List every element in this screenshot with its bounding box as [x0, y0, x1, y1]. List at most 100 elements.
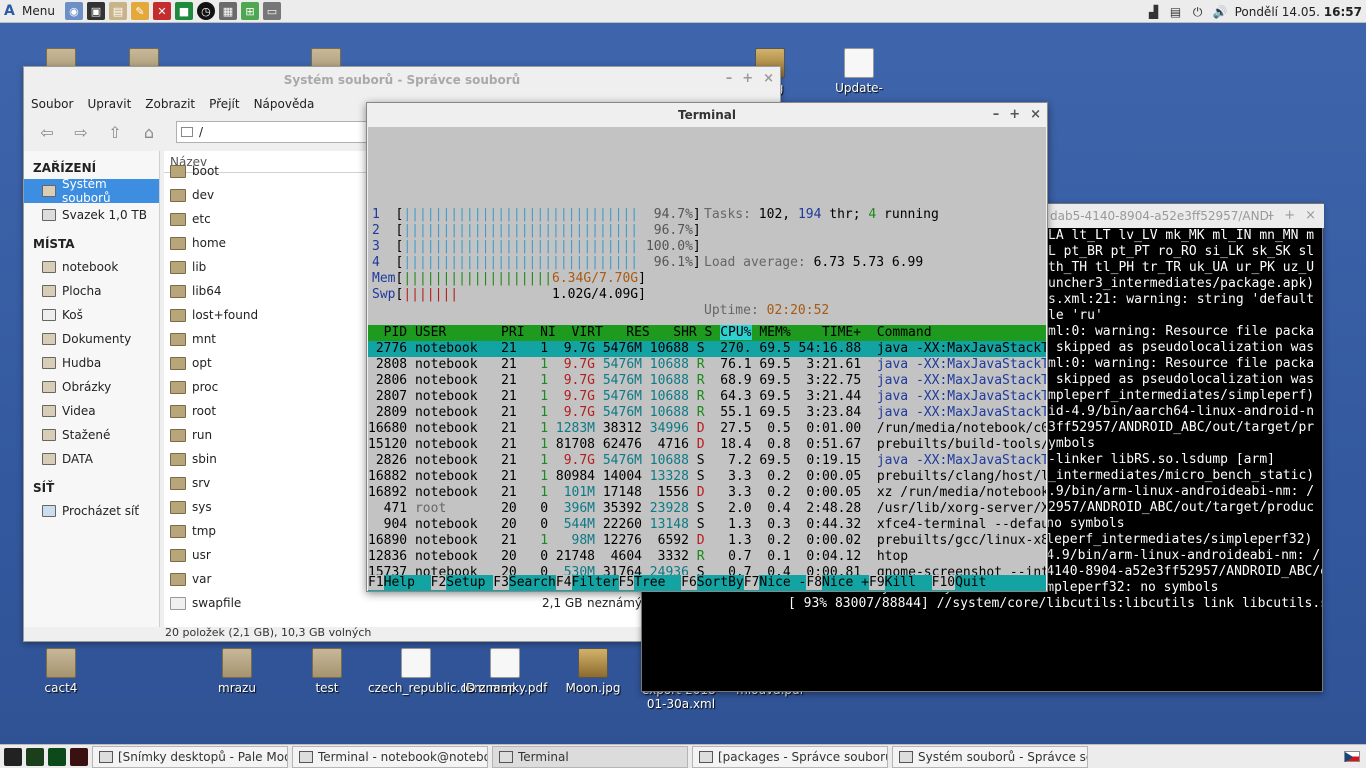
sidebar-item-plocha[interactable]: Plocha	[24, 279, 159, 303]
function-key-f8[interactable]: F8Nice +	[806, 575, 869, 590]
sidebar-item-dokumenty[interactable]: Dokumenty	[24, 327, 159, 351]
close-icon[interactable]: ×	[1030, 107, 1041, 122]
app-icon[interactable]: ▭	[262, 2, 281, 20]
process-row[interactable]: 12836 notebook 20 0 21748 4604 3332 R 0.…	[368, 549, 1046, 565]
sidebar-item-volume[interactable]: Svazek 1,0 TB	[24, 203, 159, 227]
function-key-f5[interactable]: F5Tree	[618, 575, 682, 590]
volume-icon[interactable]: 🔊	[1213, 5, 1228, 19]
desktop-folder[interactable]: test	[279, 648, 375, 695]
function-key-f4[interactable]: F4Filter	[555, 575, 619, 590]
desktop-file[interactable]: Update-	[811, 48, 907, 95]
maximize-icon[interactable]: +	[742, 71, 753, 86]
mem-percent: 69.5	[751, 357, 791, 372]
process-row[interactable]: 2807 notebook 21 1 9.7G 5476M 10688 R 64…	[368, 389, 1046, 405]
function-key-f1[interactable]: F1Help	[368, 575, 431, 590]
calculator-icon[interactable]: ▦	[218, 2, 237, 20]
minimize-icon[interactable]: –	[1268, 208, 1275, 223]
function-key-f2[interactable]: F2Setup	[430, 575, 494, 590]
close-icon[interactable]: ×	[1305, 208, 1316, 223]
applications-menu-button[interactable]: A Menu	[0, 0, 63, 23]
function-key-f9[interactable]: F9Kill	[869, 575, 932, 590]
clock-icon[interactable]: ◷	[196, 2, 215, 20]
task-packages-file-manager[interactable]: [packages - Správce souborů]	[692, 745, 888, 768]
window-titlebar[interactable]: dab5-4140-8904-a52e3ff52957/ANDI – + ×	[1048, 204, 1324, 228]
app-launcher-icon[interactable]	[70, 747, 88, 766]
terminal-icon[interactable]: ▣	[86, 2, 105, 20]
function-key-f6[interactable]: F6SortBy	[681, 575, 744, 590]
forward-icon[interactable]: ⇨	[68, 119, 94, 145]
clipboard-icon[interactable]: ▤	[1169, 5, 1183, 19]
task-pale-moon[interactable]: [Snímky desktopů - Pale Moon]	[92, 745, 288, 768]
desktop-folder[interactable]: mrazu	[189, 648, 285, 695]
process-row[interactable]: 15120 notebook 21 1 81708 62476 4716 D 1…	[368, 437, 1046, 453]
back-icon[interactable]: ⇦	[34, 119, 60, 145]
desktop-file[interactable]: Moon.jpg	[545, 648, 641, 695]
menu-zobrazit[interactable]: Zobrazit	[145, 97, 195, 111]
sidebar-item-label: Stažené	[62, 428, 111, 442]
desktop-folder[interactable]: cact4	[13, 648, 109, 695]
sidebar-item-kos[interactable]: Koš	[24, 303, 159, 327]
command: java -XX:MaxJavaStackT	[861, 453, 1046, 468]
maximize-icon[interactable]: +	[1009, 107, 1020, 122]
sidebar-item-videa[interactable]: Videa	[24, 399, 159, 423]
tasks-label: Tasks:	[704, 207, 751, 222]
task-terminal[interactable]: Terminal	[492, 745, 688, 768]
sidebar-item-stazene[interactable]: Stažené	[24, 423, 159, 447]
process-row[interactable]: 2809 notebook 21 1 9.7G 5476M 10688 R 55…	[368, 405, 1046, 421]
home-icon[interactable]: ⌂	[136, 119, 162, 145]
process-row[interactable]: 2826 notebook 21 1 9.7G 5476M 10688 S 7.…	[368, 453, 1046, 469]
terminal-launcher-icon[interactable]	[26, 747, 44, 766]
function-key-f3[interactable]: F3Search	[493, 575, 556, 590]
green-app-icon[interactable]: ■	[174, 2, 193, 20]
window-titlebar[interactable]: Systém souborů - Správce souborů – + ×	[24, 67, 780, 93]
network-signal-icon[interactable]: ▟	[1147, 5, 1161, 19]
function-key-f7[interactable]: F7Nice -	[743, 575, 806, 590]
clock[interactable]: Pondělí 14.05. 16:57	[1235, 5, 1362, 19]
maximize-icon[interactable]: +	[1284, 208, 1295, 223]
window-titlebar[interactable]: Terminal – + ×	[367, 103, 1047, 127]
cpu-percent: 1.3	[704, 533, 752, 548]
task-terminal-notebook[interactable]: Terminal - notebook@notebo...	[292, 745, 488, 768]
sidebar-item-hudba[interactable]: Hudba	[24, 351, 159, 375]
browser-icon[interactable]: ◉	[64, 2, 83, 20]
process-row[interactable]: 904 notebook 20 0 544M 22260 13148 S 1.3…	[368, 517, 1046, 533]
process-row[interactable]: 471 root 20 0 396M 35392 23928 S 2.0 0.4…	[368, 501, 1046, 517]
keyboard-layout-flag-icon[interactable]	[1344, 751, 1360, 762]
minimize-icon[interactable]: –	[726, 71, 733, 86]
monitor-icon[interactable]: ⊞	[240, 2, 259, 20]
htop-screen[interactable]: 1 [|||||||||||||||||||||||||||||| 94.7%]…	[368, 127, 1046, 591]
minimize-icon[interactable]: –	[993, 107, 1000, 122]
menu-soubor[interactable]: Soubor	[31, 97, 73, 111]
task-filesystem-file-manager[interactable]: Systém souborů - Správce so...	[892, 745, 1088, 768]
function-key-f10[interactable]: F10Quit	[931, 575, 1002, 590]
close-icon[interactable]: ×	[763, 71, 774, 86]
sidebar-item-filesystem[interactable]: Systém souborů	[24, 177, 159, 205]
process-row[interactable]: 16680 notebook 21 1 1283M 38312 34996 D …	[368, 421, 1046, 437]
desktop-icon-label: Update-	[835, 81, 883, 95]
desktop-file[interactable]: ID znamky.pdf	[457, 648, 553, 695]
priority: 21	[485, 373, 517, 388]
command: xz /run/media/notebook	[861, 485, 1046, 500]
location-field[interactable]: /	[176, 121, 376, 143]
sidebar-item-browse-network[interactable]: Procházet síť	[24, 499, 159, 523]
files-icon[interactable]: ▤	[108, 2, 127, 20]
up-icon[interactable]: ⇧	[102, 119, 128, 145]
pdf-icon[interactable]: ✕	[152, 2, 171, 20]
sidebar-item-obrazky[interactable]: Obrázky	[24, 375, 159, 399]
editor-icon[interactable]: ✎	[130, 2, 149, 20]
process-row[interactable]: 16892 notebook 21 1 101M 17148 1556 D 3.…	[368, 485, 1046, 501]
desktop-file[interactable]: czech_republic.osm.map	[368, 648, 516, 695]
process-row[interactable]: 16882 notebook 21 1 80984 14004 13328 S …	[368, 469, 1046, 485]
monitor-launcher-icon[interactable]	[48, 747, 66, 766]
process-row[interactable]: 2808 notebook 21 1 9.7G 5476M 10688 R 76…	[368, 357, 1046, 373]
sidebar-item-data[interactable]: DATA	[24, 447, 159, 471]
menu-prejit[interactable]: Přejít	[209, 97, 239, 111]
sidebar-item-notebook[interactable]: notebook	[24, 255, 159, 279]
menu-napoveda[interactable]: Nápověda	[254, 97, 315, 111]
process-row[interactable]: 2806 notebook 21 1 9.7G 5476M 10688 R 68…	[368, 373, 1046, 389]
shr: 13148	[641, 517, 689, 532]
power-icon[interactable]: ⏻	[1191, 5, 1205, 19]
show-desktop-icon[interactable]	[4, 747, 22, 766]
menu-upravit[interactable]: Upravit	[87, 97, 131, 111]
process-row[interactable]: 16890 notebook 21 1 98M 12276 6592 D 1.3…	[368, 533, 1046, 549]
